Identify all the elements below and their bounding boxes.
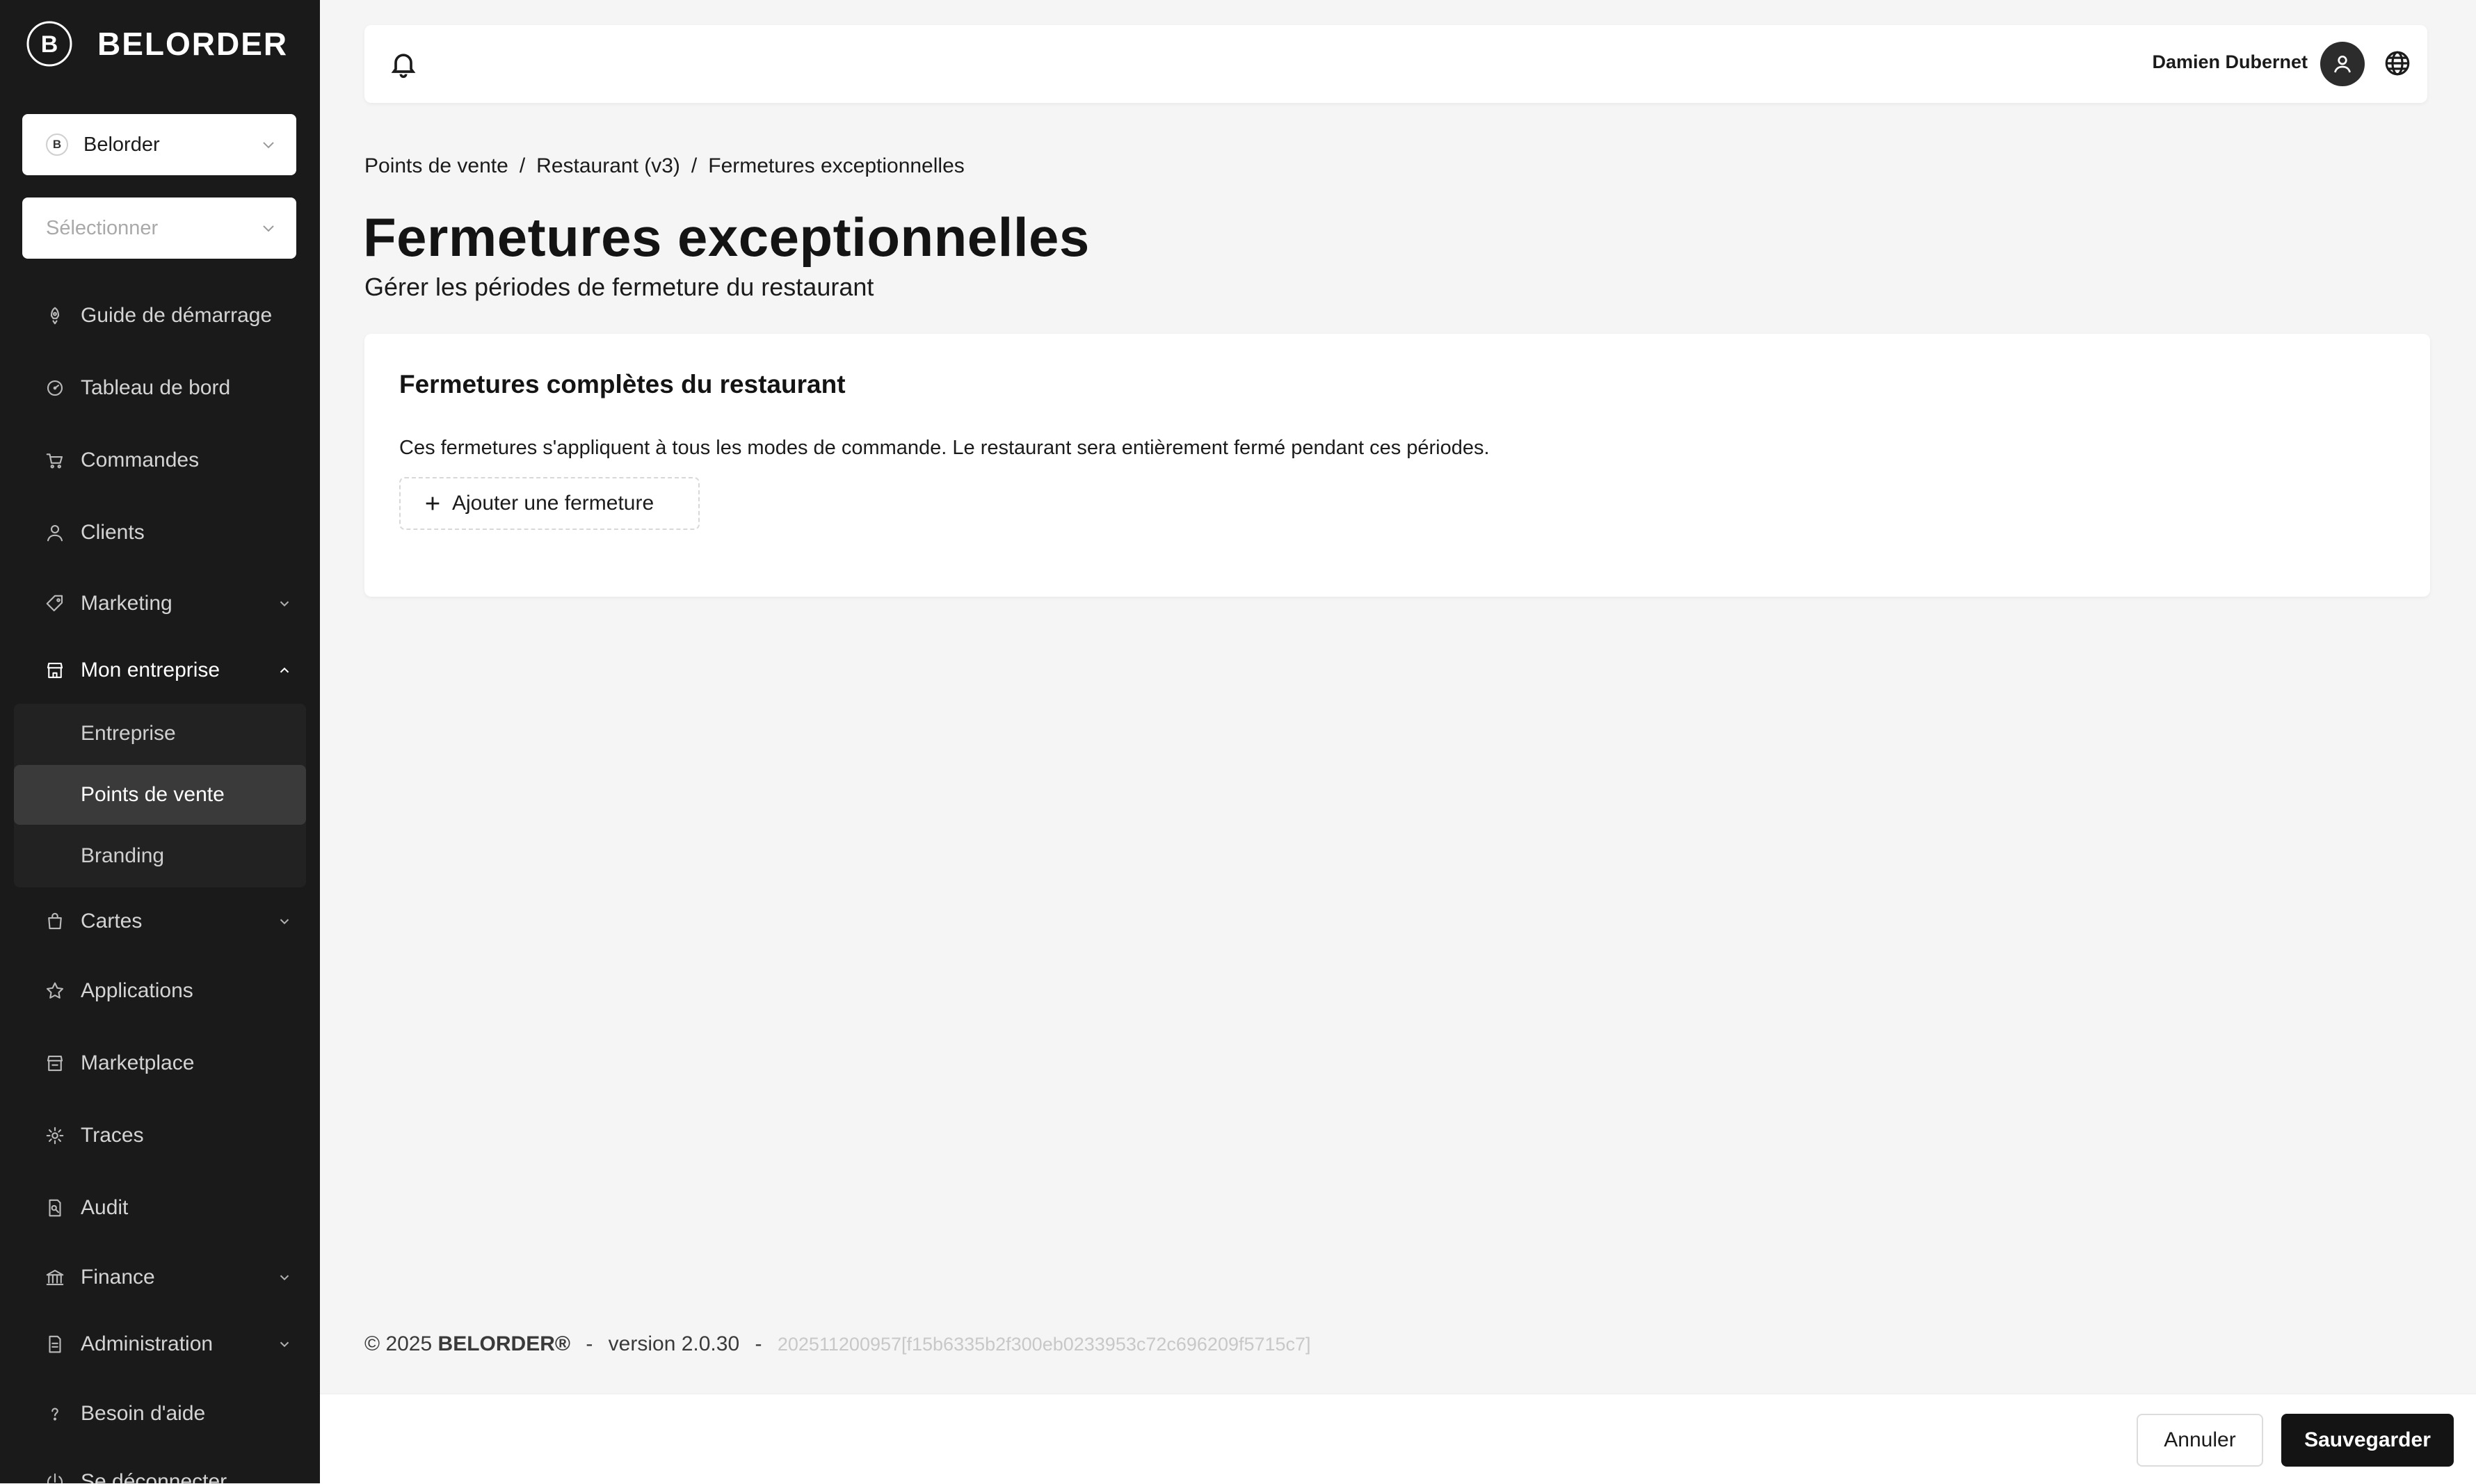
sidebar-item-marketing[interactable]: Marketing <box>45 592 292 615</box>
sidebar-subitem-branding[interactable]: Branding <box>14 826 306 886</box>
sidebar-item-logout[interactable]: Se déconnecter <box>45 1470 292 1483</box>
sidebar-item-clients[interactable]: Clients <box>45 521 292 545</box>
sidebar-item-label: Cartes <box>81 910 143 933</box>
language-globe-icon[interactable] <box>2383 49 2412 78</box>
sidebar-item-my-company[interactable]: Mon entreprise <box>45 659 292 682</box>
shop-icon <box>45 1053 65 1074</box>
sidebar-item-applications[interactable]: Applications <box>45 979 292 1003</box>
user-avatar-icon <box>2334 56 2351 73</box>
footer-version: version 2.0.30 <box>608 1332 740 1355</box>
footer-copyright: © 2025 <box>364 1332 433 1355</box>
sidebar-item-label: Guide de démarrage <box>81 304 273 327</box>
dashboard-icon <box>45 378 65 398</box>
page-title: Fermetures exceptionnelles <box>363 207 1090 268</box>
help-icon <box>45 1403 65 1424</box>
avatar[interactable] <box>2320 42 2365 86</box>
organization-select-value: Belorder <box>83 133 160 156</box>
topbar: Damien Dubernet <box>364 25 2427 103</box>
sidebar-subnav-my-company: Entreprise Points de vente Branding <box>14 704 306 887</box>
footer-separator: - <box>586 1332 593 1355</box>
save-button[interactable]: Sauvegarder <box>2281 1414 2454 1467</box>
bag-icon <box>45 911 65 932</box>
sidebar-item-label: Marketplace <box>81 1051 195 1074</box>
sidebar-item-label: Commandes <box>81 449 200 471</box>
user-name[interactable]: Damien Dubernet <box>2152 51 2308 73</box>
sidebar-item-administration[interactable]: Administration <box>45 1332 292 1356</box>
cart-icon <box>45 450 65 471</box>
sidebar-item-label: Audit <box>81 1196 129 1219</box>
site-select[interactable]: Sélectionner <box>22 197 296 259</box>
chevron-down-icon <box>277 1270 292 1285</box>
footer-separator: - <box>755 1332 762 1355</box>
breadcrumb-item-points-of-sale[interactable]: Points de vente <box>364 154 508 178</box>
sidebar-item-label: Tableau de bord <box>81 376 231 399</box>
document-icon <box>45 1334 65 1355</box>
power-icon <box>45 1471 65 1483</box>
sidebar-item-marketplace[interactable]: Marketplace <box>45 1051 292 1075</box>
sidebar-item-label: Marketing <box>81 592 172 615</box>
cancel-button[interactable]: Annuler <box>2137 1414 2263 1467</box>
audit-icon <box>45 1197 65 1218</box>
chevron-down-icon <box>277 596 292 611</box>
bank-icon <box>45 1267 65 1288</box>
breadcrumb-separator: / <box>519 154 526 177</box>
organization-badge-icon: B <box>46 134 68 156</box>
logo[interactable]: B BELORDER <box>25 19 288 68</box>
logo-text: BELORDER <box>97 26 289 62</box>
add-closure-button[interactable]: Ajouter une fermeture <box>399 477 700 530</box>
gear-icon <box>45 1125 65 1146</box>
sidebar-item-orders[interactable]: Commandes <box>45 449 292 472</box>
footer-build: 202511200957[f15b6335b2f300eb0233953c72c… <box>777 1334 1311 1355</box>
belorder-logo-icon: B <box>25 19 74 68</box>
site-select-placeholder: Sélectionner <box>46 216 159 239</box>
sidebar-subitem-company[interactable]: Entreprise <box>14 704 306 764</box>
store-icon <box>45 660 65 681</box>
add-closure-label: Ajouter une fermeture <box>452 492 654 515</box>
plus-icon <box>426 497 440 510</box>
sidebar-item-label: Se déconnecter <box>81 1470 227 1483</box>
organization-select[interactable]: B Belorder <box>22 114 296 175</box>
star-icon <box>45 981 65 1001</box>
chevron-down-icon <box>260 136 277 153</box>
sidebar-item-traces[interactable]: Traces <box>45 1124 292 1147</box>
rocket-icon <box>45 305 65 326</box>
breadcrumb: Points de vente / Restaurant (v3) / Ferm… <box>364 154 965 178</box>
footer-brand: BELORDER® <box>437 1332 570 1355</box>
sidebar-item-label: Finance <box>81 1266 155 1289</box>
page-subtitle: Gérer les périodes de fermeture du resta… <box>364 273 874 301</box>
card-title: Fermetures complètes du restaurant <box>399 370 846 398</box>
sidebar-subitem-points-of-sale[interactable]: Points de vente <box>14 765 306 825</box>
closures-card: Fermetures complètes du restaurant Ces f… <box>364 334 2430 597</box>
sidebar-item-dashboard[interactable]: Tableau de bord <box>45 376 292 400</box>
breadcrumb-item-current: Fermetures exceptionnelles <box>708 154 965 177</box>
action-bar: Annuler Sauvegarder <box>320 1394 2476 1484</box>
sidebar-item-label: Traces <box>81 1124 144 1147</box>
card-description: Ces fermetures s'appliquent à tous les m… <box>399 437 1490 459</box>
chevron-down-icon <box>260 220 277 236</box>
sidebar-item-guide[interactable]: Guide de démarrage <box>45 304 292 328</box>
tag-icon <box>45 593 65 614</box>
breadcrumb-item-restaurant[interactable]: Restaurant (v3) <box>536 154 680 178</box>
sidebar-item-label: Administration <box>81 1332 214 1355</box>
breadcrumb-separator: / <box>691 154 698 177</box>
sidebar-item-label: Mon entreprise <box>81 659 220 681</box>
logo-mark: B <box>41 31 58 58</box>
notification-bell-icon[interactable] <box>388 49 419 79</box>
footer: © 2025 BELORDER® - version 2.0.30 - 2025… <box>364 1332 1311 1356</box>
sidebar-item-finance[interactable]: Finance <box>45 1266 292 1289</box>
sidebar-item-label: Applications <box>81 979 193 1002</box>
chevron-down-icon <box>277 1337 292 1352</box>
sidebar-item-label: Besoin d'aide <box>81 1402 206 1425</box>
sidebar-item-help[interactable]: Besoin d'aide <box>45 1402 292 1426</box>
chevron-up-icon <box>277 663 292 678</box>
user-icon <box>45 522 65 543</box>
sidebar-item-label: Clients <box>81 521 145 544</box>
chevron-down-icon <box>277 914 292 929</box>
sidebar-item-menus[interactable]: Cartes <box>45 910 292 933</box>
sidebar-item-audit[interactable]: Audit <box>45 1196 292 1220</box>
sidebar: B BELORDER B Belorder Sélectionner Guide… <box>0 0 320 1483</box>
